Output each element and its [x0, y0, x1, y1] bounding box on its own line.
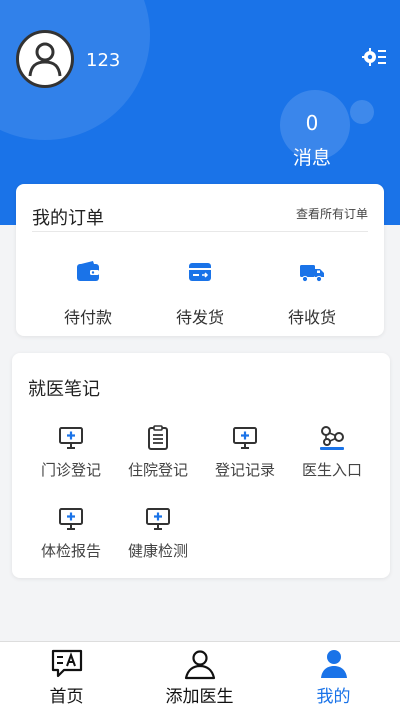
health-check[interactable]: 健康检测	[113, 506, 203, 561]
tab-mine[interactable]: 我的	[267, 642, 400, 711]
doctor-entry[interactable]: 医生入口	[287, 425, 377, 480]
note-item-label: 医生入口	[301, 461, 362, 479]
monitor-plus-icon	[146, 508, 170, 530]
order-item-label: 待发货	[175, 308, 224, 327]
bottom-tab-bar: 首页 添加医生 我的	[0, 641, 400, 711]
order-pending-payment[interactable]: 待付款	[40, 260, 136, 328]
orders-title: 我的订单	[32, 208, 104, 229]
medical-notes-card: 就医笔记 门诊登记 住院登记 登记记录 医生入口 体检报告 健康检测	[12, 353, 390, 578]
decor-circle	[350, 100, 374, 124]
order-item-label: 待付款	[63, 308, 112, 327]
tab-label: 首页	[49, 687, 84, 707]
message-label[interactable]: 消息	[286, 143, 338, 170]
tab-label: 添加医生	[165, 687, 234, 707]
tab-home[interactable]: 首页	[0, 642, 133, 711]
physical-exam-report[interactable]: 体检报告	[26, 506, 116, 561]
person-filled-icon	[320, 650, 347, 678]
settings-icon[interactable]	[362, 46, 386, 68]
note-item-label: 门诊登记	[40, 461, 101, 479]
divider	[32, 231, 368, 232]
monitor-plus-icon	[233, 427, 257, 449]
note-item-label: 住院登记	[127, 461, 188, 479]
translate-icon	[51, 649, 82, 678]
monitor-plus-icon	[59, 508, 83, 530]
note-item-label: 健康检测	[127, 542, 188, 560]
my-orders-card: 我的订单 查看所有订单 待付款 待发货 待收货	[16, 184, 384, 336]
order-pending-receipt[interactable]: 待收货	[264, 260, 360, 328]
order-item-label: 待收货	[287, 308, 336, 327]
notes-title: 就医笔记	[28, 379, 100, 400]
tab-add-doctor[interactable]: 添加医生	[133, 642, 266, 711]
card-icon	[189, 263, 211, 281]
avatar[interactable]	[16, 30, 74, 88]
wallet-icon	[77, 261, 99, 281]
message-count[interactable]: 0	[290, 111, 334, 135]
username: 123	[86, 50, 121, 71]
note-item-label: 体检报告	[40, 542, 101, 560]
person-outline-icon	[184, 650, 215, 680]
outpatient-register[interactable]: 门诊登记	[26, 425, 116, 480]
inpatient-register[interactable]: 住院登记	[113, 425, 203, 480]
registration-records[interactable]: 登记记录	[200, 425, 290, 480]
note-item-label: 登记记录	[214, 461, 275, 479]
monitor-plus-icon	[59, 427, 83, 449]
molecule-icon	[320, 426, 344, 450]
view-all-orders-link[interactable]: 查看所有订单	[296, 205, 368, 222]
user-avatar-icon	[28, 42, 62, 77]
tab-label: 我的	[316, 687, 351, 707]
clipboard-icon	[148, 425, 168, 450]
truck-icon	[300, 265, 324, 283]
order-pending-shipment[interactable]: 待发货	[152, 260, 248, 328]
